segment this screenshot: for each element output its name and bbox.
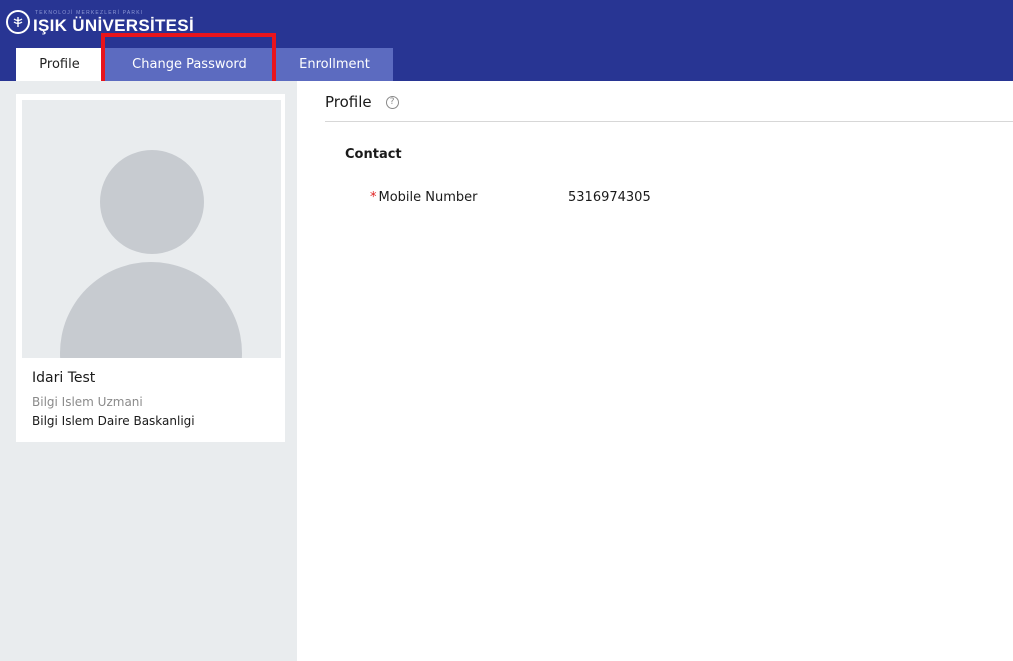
user-name: Idari Test: [32, 370, 96, 386]
section-title-contact: Contact: [345, 147, 402, 162]
profile-card: Idari Test Bilgi Islem Uzmani Bilgi Isle…: [16, 94, 285, 442]
avatar-body: [60, 262, 242, 358]
logo-name: IŞIK ÜNİVERSİTESİ: [33, 15, 194, 35]
top-header: TEKNOLOJİ MERKEZLERİ PARKI IŞIK ÜNİVERSİ…: [0, 0, 1013, 81]
tab-enrollment[interactable]: Enrollment: [276, 48, 393, 81]
profile-sidebar: Idari Test Bilgi Islem Uzmani Bilgi Isle…: [0, 81, 297, 661]
avatar-head: [100, 150, 204, 254]
user-title: Bilgi Islem Uzmani: [32, 395, 143, 409]
avatar-placeholder-icon: [22, 100, 281, 358]
mobile-number-label: * Mobile Number: [370, 190, 478, 205]
required-asterisk: *: [370, 190, 377, 205]
mobile-number-label-text: Mobile Number: [378, 190, 478, 205]
help-question-icon[interactable]: ?: [385, 95, 399, 109]
university-seal-icon: [6, 10, 30, 34]
tab-change-password[interactable]: Change Password: [103, 48, 276, 81]
user-department: Bilgi Islem Daire Baskanligi: [32, 414, 195, 428]
logo-tagline: TEKNOLOJİ MERKEZLERİ PARKI: [35, 9, 144, 16]
university-logo[interactable]: TEKNOLOJİ MERKEZLERİ PARKI IŞIK ÜNİVERSİ…: [6, 6, 194, 38]
tab-profile[interactable]: Profile: [16, 48, 103, 81]
mobile-number-value: 5316974305: [568, 190, 651, 205]
tab-bar: Profile Change Password Enrollment: [16, 48, 393, 81]
main-content: Profile ? Contact * Mobile Number 5316974…: [325, 81, 1013, 661]
title-divider: [325, 121, 1013, 122]
page-title: Profile: [325, 93, 372, 111]
